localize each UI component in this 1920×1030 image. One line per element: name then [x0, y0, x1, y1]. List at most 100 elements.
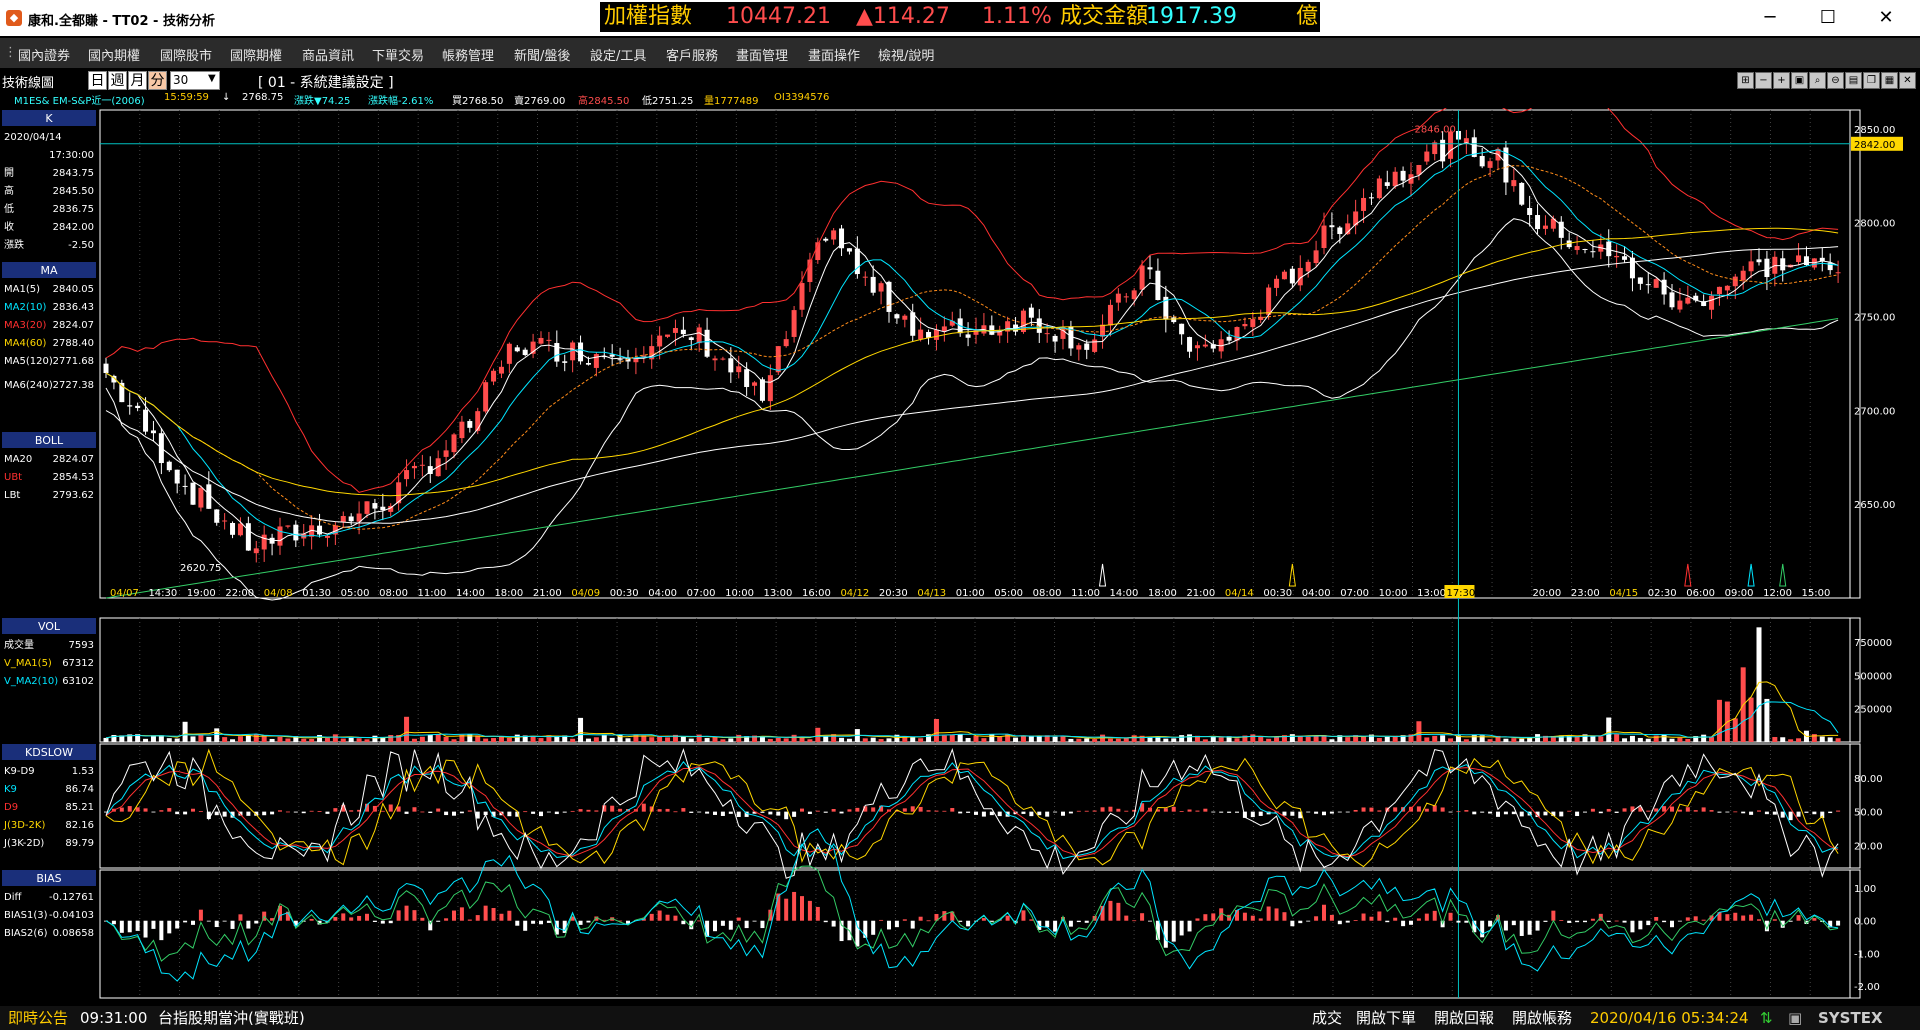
trade-button[interactable]: 成交 — [1312, 1006, 1342, 1030]
notice-label[interactable]: 即時公告 — [8, 1006, 68, 1030]
kd-row-value: 89.79 — [65, 838, 94, 849]
candle-body — [578, 342, 584, 362]
period-month-button[interactable]: 月 — [128, 71, 147, 90]
bias-diff-bar — [1345, 920, 1350, 923]
kd-diff-bar — [420, 811, 425, 813]
volume-bar — [633, 734, 639, 742]
volume-bar — [1590, 736, 1596, 742]
volume-bar — [1827, 737, 1833, 742]
candle-body — [712, 358, 718, 361]
search-icon[interactable]: ⌕ — [1809, 72, 1826, 89]
candle-body — [475, 411, 481, 431]
close-button[interactable]: ✕ — [1866, 6, 1906, 30]
volume-bar — [1305, 736, 1311, 742]
volume-bar — [862, 738, 868, 742]
open-account-button[interactable]: 開啟帳務 — [1512, 1006, 1572, 1030]
kd-diff-bar — [1187, 809, 1192, 812]
kd-diff-bar — [1788, 811, 1793, 821]
minimize-button[interactable]: ─ — [1750, 6, 1790, 30]
indicator-setting-label[interactable]: [ 01 - 系統建議設定 ] — [258, 72, 394, 92]
candle-body — [878, 283, 884, 292]
bias-diff-bar — [1646, 920, 1651, 926]
zoom-in-icon[interactable]: + — [1773, 72, 1790, 89]
ma-panel-title: MA — [40, 264, 57, 277]
menu-item-intl-futures[interactable]: 國際期權 — [230, 45, 282, 64]
candle-body — [554, 343, 560, 362]
time-label: 01:00 — [956, 588, 985, 599]
bias-diff-bar — [752, 920, 757, 922]
menu-item-settings[interactable]: 設定/工具 — [590, 45, 646, 64]
menu-item-domestic-futures[interactable]: 國內期權 — [88, 45, 140, 64]
menu-item-screen-ops[interactable]: 畫面操作 — [808, 45, 860, 64]
menu-item-intl-stocks[interactable]: 國際股市 — [160, 45, 212, 64]
copy-icon[interactable]: ❐ — [1863, 72, 1880, 89]
period-week-button[interactable]: 週 — [108, 71, 127, 90]
kd-diff-bar — [902, 808, 907, 812]
bias-diff-bar — [183, 920, 188, 923]
volume-bar — [791, 734, 797, 742]
menu-item-accounts[interactable]: 帳務管理 — [442, 45, 494, 64]
volume-bar — [1416, 721, 1422, 742]
high-label: 2846.00 — [1414, 124, 1455, 135]
bias-diff-bar — [1029, 919, 1034, 921]
volume-bar — [301, 738, 307, 742]
period-day-button[interactable]: 日 — [88, 71, 107, 90]
bias-diff-bar — [1337, 920, 1342, 925]
open-order-button[interactable]: 開啟下單 — [1356, 1006, 1416, 1030]
k-row-value: 2843.75 — [53, 168, 94, 179]
volume-bar — [1028, 736, 1034, 742]
candle-body — [1748, 261, 1754, 272]
search-minus-icon[interactable]: ⊖ — [1827, 72, 1844, 89]
menu-item-news[interactable]: 新聞/盤後 — [514, 45, 570, 64]
ma-row-label: MA3(20) — [4, 320, 46, 331]
menu-item-product-info[interactable]: 商品資訊 — [302, 45, 354, 64]
menu-item-service[interactable]: 客戶服務 — [666, 45, 718, 64]
bias-diff-bar — [349, 917, 354, 921]
notice-headline[interactable]: 台指股期當沖(實戰班) — [158, 1006, 305, 1030]
close-icon[interactable]: ✕ — [1899, 72, 1916, 89]
time-label: 04/09 — [571, 588, 600, 599]
period-minute-button[interactable]: 分 — [148, 71, 167, 90]
kd-diff-bar — [285, 811, 290, 813]
menu-item-view-help[interactable]: 檢視/說明 — [878, 45, 934, 64]
volume-bar — [1187, 734, 1193, 742]
bias-diff-bar — [372, 920, 377, 922]
open-report-button[interactable]: 開啟回報 — [1434, 1006, 1494, 1030]
menu-item-domestic-securities[interactable]: 國內證券 — [18, 45, 70, 64]
chevron-down-icon[interactable]: ▼ — [208, 73, 216, 84]
volume-bar — [1653, 735, 1659, 742]
kd-diff-bar — [1646, 810, 1651, 812]
kd-diff-bar — [1812, 811, 1817, 815]
menu-item-trading[interactable]: 下單交易 — [372, 45, 424, 64]
time-label: 19:00 — [187, 588, 216, 599]
save-icon[interactable]: ▦ — [1881, 72, 1898, 89]
maximize-button[interactable]: ☐ — [1808, 6, 1848, 30]
candle-body — [744, 369, 750, 388]
technical-chart[interactable]: K 2020/04/14 17:30:00 開 2843.75 高 2845.50 低 2836… — [0, 108, 1920, 1006]
crosshair-icon[interactable]: ⊞ — [1737, 72, 1754, 89]
volume-bar — [356, 738, 362, 742]
menu-bar: ⋮ 國內證券 國內期權 國際股市 國際期權 商品資訊 下單交易 帳務管理 新聞/… — [0, 38, 1920, 68]
candle-body — [704, 329, 710, 357]
bias-diff-bar — [744, 920, 749, 929]
zoom-out-icon[interactable]: − — [1755, 72, 1772, 89]
time-label: 12:00 — [1763, 588, 1792, 599]
kd-diff-bar — [1496, 811, 1500, 817]
candle-body — [1582, 249, 1588, 251]
candle-body — [1542, 225, 1548, 229]
bias-diff-bar — [926, 920, 931, 922]
bias-diff-bar — [1622, 920, 1627, 923]
kd-diff-bar — [1282, 811, 1287, 816]
zoom-fit-icon[interactable]: ▣ — [1791, 72, 1808, 89]
time-label: 04:00 — [1302, 588, 1331, 599]
candle-body — [1574, 246, 1580, 251]
print-icon[interactable]: ▤ — [1845, 72, 1862, 89]
menu-item-screen-mgmt[interactable]: 畫面管理 — [736, 45, 788, 64]
candle-body — [1511, 180, 1517, 187]
boll-panel-title: BOLL — [35, 434, 64, 447]
bias-diff-bar — [1298, 920, 1303, 924]
kd-diff-bar — [151, 811, 156, 813]
candle-body — [941, 326, 947, 332]
bias-panel-frame — [99, 869, 1861, 999]
candle-body — [1527, 208, 1533, 215]
